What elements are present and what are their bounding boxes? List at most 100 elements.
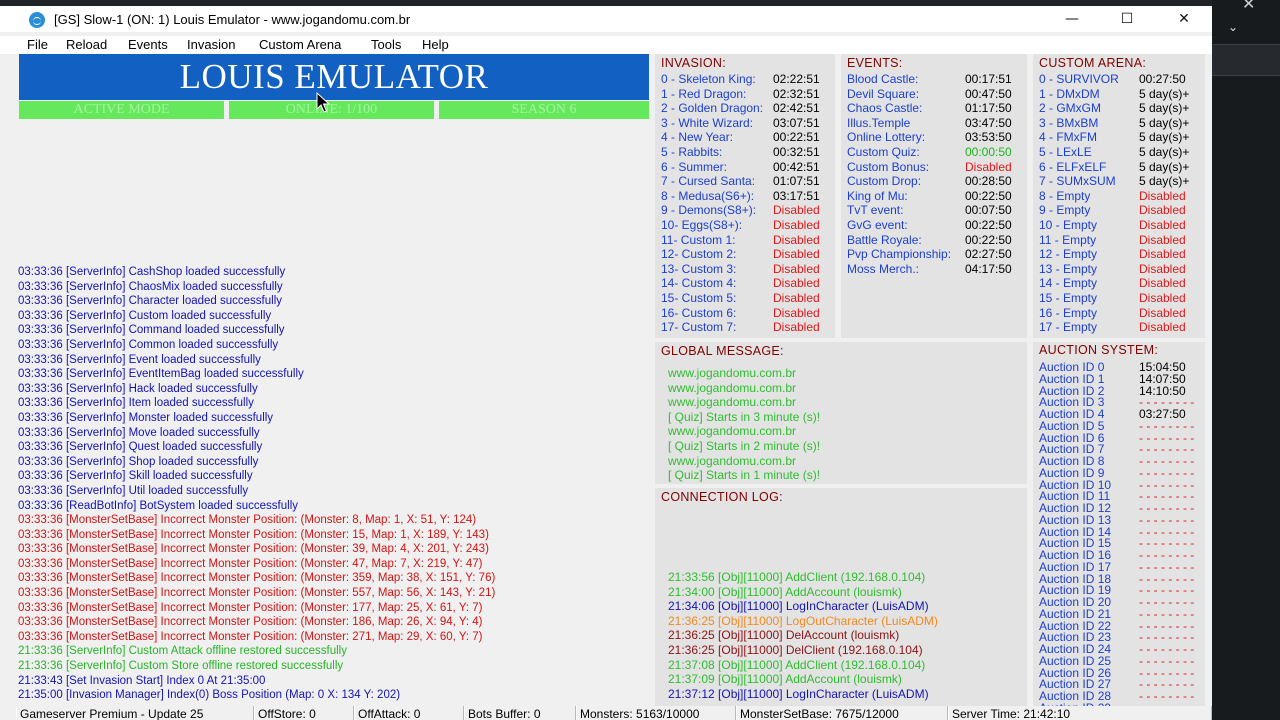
invasion-row-value: 00:32:51 <box>773 145 820 159</box>
server-log[interactable]: 03:33:36 [ServerInfo] CashShop loaded su… <box>18 265 654 703</box>
menu-bar: File Reload Events Invasion Custom Arena… <box>0 36 1212 54</box>
invasion-row-value: 00:42:51 <box>773 159 820 174</box>
status-server-time: Server Time: 21:42:10 <box>948 706 1212 720</box>
menu-custom-arena[interactable]: Custom Arena <box>259 37 341 52</box>
invasion-row-label: 16- Custom 6: <box>661 305 737 320</box>
background-input <box>1212 44 1280 76</box>
invasion-title: INVASION: <box>661 56 726 70</box>
invasion-row-value: Disabled <box>773 247 820 262</box>
arena-row-value: Disabled <box>1139 188 1186 203</box>
invasion-row-label: 7 - Cursed Santa: <box>661 174 756 189</box>
menu-invasion[interactable]: Invasion <box>187 37 235 52</box>
arena-row-value: 5 day(s)+ <box>1139 130 1190 145</box>
menu-events[interactable]: Events <box>128 37 168 52</box>
invasion-row-label: 6 - Summer: <box>661 159 728 174</box>
arena-row-label: 14 - Empty <box>1039 276 1098 291</box>
log-line: 03:33:36 [MonsterSetBase] Incorrect Mons… <box>18 601 483 614</box>
invasion-row-value: Disabled <box>773 276 820 291</box>
log-line: 03:33:36 [ServerInfo] Util loaded succes… <box>18 484 249 497</box>
invasion-row-value: Disabled <box>773 261 820 276</box>
arena-row-label: 12 - Empty <box>1039 247 1098 262</box>
events-row-value: 00:00:50 <box>965 145 1012 159</box>
events-row-label: Custom Bonus: <box>847 159 930 174</box>
custom-arena-title: CUSTOM ARENA: <box>1039 56 1147 70</box>
events-row-label: GvG event: <box>847 218 908 232</box>
menu-tools[interactable]: Tools <box>371 37 401 52</box>
auction-system-title: AUCTION SYSTEM: <box>1039 343 1159 357</box>
invasion-row-label: 1 - Red Dragon: <box>661 86 747 101</box>
invasion-row-label: 9 - Demons(S8+): <box>661 203 757 218</box>
log-line: 03:33:36 [ServerInfo] Custom loaded succ… <box>18 309 272 322</box>
events-row-label: King of Mu: <box>847 188 908 203</box>
invasion-row-value: Disabled <box>773 320 820 335</box>
menu-help[interactable]: Help <box>422 37 449 52</box>
log-line: 03:33:36 [ServerInfo] Monster loaded suc… <box>18 411 274 424</box>
invasion-row-label: 2 - Golden Dragon: <box>661 101 764 116</box>
log-line: 03:33:36 [MonsterSetBase] Incorrect Mons… <box>18 616 483 629</box>
arena-row-value: Disabled <box>1139 232 1186 247</box>
emulator-banner: LOUIS EMULATOR <box>19 54 649 100</box>
events-row-value: 02:27:50 <box>965 247 1012 262</box>
events-row-value: 00:17:51 <box>965 72 1012 86</box>
global-message-line: www.jogandomu.com.br <box>668 380 797 395</box>
custom-arena-panel: CUSTOM ARENA: 0 - SURVIVOR 00:27:50 1 - DM… <box>1033 54 1205 338</box>
arena-row-label: 3 - BMxBM <box>1039 115 1099 130</box>
log-line: 03:33:36 [ServerInfo] ChaosMix loaded su… <box>18 280 283 293</box>
minimize-button[interactable]: — <box>1044 6 1100 32</box>
log-line: 03:33:36 [MonsterSetBase] Incorrect Mons… <box>18 543 489 556</box>
status-offstore: OffStore: 0 <box>254 706 354 720</box>
global-message-line: www.jogandomu.com.br <box>668 395 797 410</box>
status-bar: Gameserver Premium - Update 25 OffStore:… <box>0 706 1212 720</box>
arena-row-value: 5 day(s)+ <box>1139 115 1190 130</box>
connection-log-title: CONNECTION LOG: <box>661 490 783 504</box>
connection-log-line: 21:36:25 [Obj][11000] DelAccount (louism… <box>668 628 900 643</box>
mode-status: ACTIVE MODE <box>19 101 224 119</box>
global-message-title: GLOBAL MESSAGE: <box>661 344 784 358</box>
arena-row-label: 2 - GMxGM <box>1039 101 1101 116</box>
invasion-row-label: 5 - Rabbits: <box>661 145 723 159</box>
log-line: 03:33:36 [MonsterSetBase] Incorrect Mons… <box>18 514 477 527</box>
banner-title: LOUIS EMULATOR <box>179 57 489 96</box>
title-bar: [GS] Slow-1 (ON: 1) Louis Emulator - www… <box>0 6 1212 32</box>
log-line: 03:33:36 [ServerInfo] Command loaded suc… <box>18 324 285 337</box>
arena-row-value: Disabled <box>1139 291 1186 305</box>
arena-row-value: Disabled <box>1139 261 1186 276</box>
menu-reload[interactable]: Reload <box>66 37 107 52</box>
global-message-line: www.jogandomu.com.br <box>668 366 797 380</box>
auction-system-panel[interactable]: AUCTION SYSTEM: Auction ID 0 15:04:50 Auct… <box>1033 342 1205 715</box>
log-line: 03:33:36 [ServerInfo] Shop loaded succes… <box>18 455 259 468</box>
events-row-value: Disabled <box>965 159 1012 174</box>
log-line: 21:33:36 [ServerInfo] Custom Store offli… <box>18 660 344 673</box>
background-chevron-down-icon: ⌄ <box>1228 20 1239 34</box>
arena-row-value: Disabled <box>1139 218 1186 232</box>
log-line: 03:33:36 [ServerInfo] Event loaded succe… <box>18 353 261 366</box>
maximize-button[interactable]: ☐ <box>1099 6 1155 32</box>
background-window <box>1212 0 1280 720</box>
events-row-label: Battle Royale: <box>847 232 922 247</box>
log-line: 21:35:00 [Invasion Manager] Index(0) Bos… <box>18 689 401 702</box>
log-line: 03:33:36 [ServerInfo] Common loaded succ… <box>18 338 279 351</box>
invasion-row-value: 03:17:51 <box>773 188 820 203</box>
close-button[interactable]: ✕ <box>1156 6 1212 32</box>
events-row-label: Custom Drop: <box>847 174 922 189</box>
arena-row-value: 5 day(s)+ <box>1139 145 1190 159</box>
connection-log-line: 21:33:56 [Obj][11000] AddClient (192.168… <box>668 570 926 584</box>
invasion-row-value: Disabled <box>773 232 820 247</box>
connection-log-panel[interactable]: CONNECTION LOG: 21:33:56 [Obj][11000] Ad… <box>655 488 1027 706</box>
log-line: 03:33:36 [ServerInfo] CashShop loaded su… <box>18 266 286 278</box>
arena-row-value: 5 day(s)+ <box>1139 86 1190 101</box>
arena-row-label: 0 - SURVIVOR <box>1039 72 1119 86</box>
connection-log-line: 21:36:25 [Obj][11000] LogOutCharacter (L… <box>668 613 938 628</box>
arena-row-value: 5 day(s)+ <box>1139 159 1190 174</box>
log-line: 03:33:36 [ServerInfo] Character loaded s… <box>18 295 283 308</box>
events-row-value: 01:17:50 <box>965 101 1012 116</box>
events-row-value: 04:17:50 <box>965 261 1012 276</box>
menu-file[interactable]: File <box>27 37 48 52</box>
global-message-line: www.jogandomu.com.br <box>668 424 797 439</box>
arena-row-label: 13 - Empty <box>1039 261 1098 276</box>
invasion-row-value: Disabled <box>773 305 820 320</box>
invasion-row-value: 00:22:51 <box>773 130 820 145</box>
arena-row-label: 8 - Empty <box>1039 188 1091 203</box>
log-line: 03:33:36 [ServerInfo] Hack loaded succes… <box>18 382 258 395</box>
log-line: 03:33:36 [MonsterSetBase] Incorrect Mons… <box>18 528 489 541</box>
